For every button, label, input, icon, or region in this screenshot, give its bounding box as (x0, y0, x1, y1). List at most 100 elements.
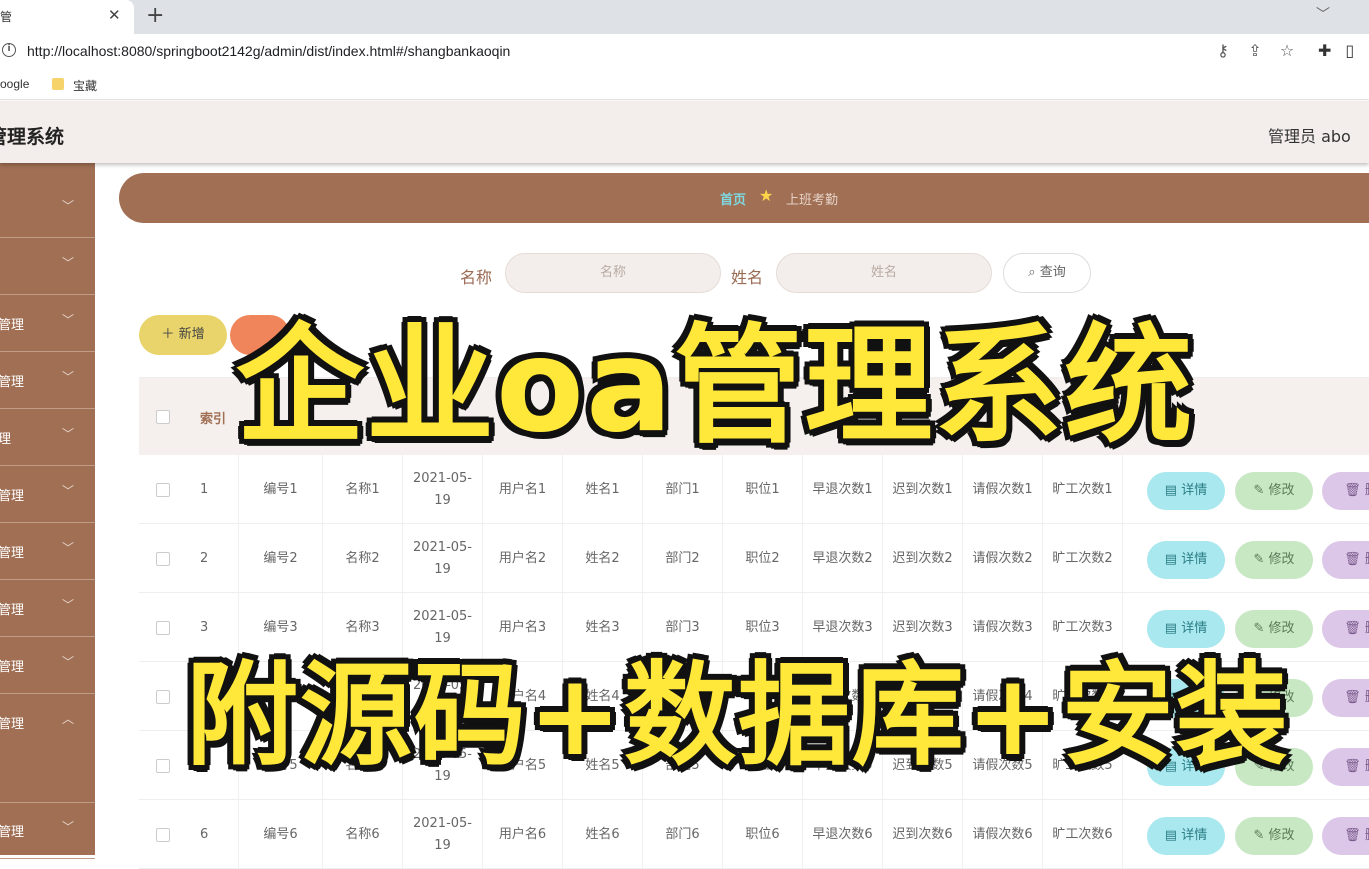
bookmarks-bar: oogle 宝藏 (0, 70, 1369, 100)
share-icon[interactable]: ⇪ (1246, 41, 1264, 60)
cell-date: 2021-05-19 (403, 524, 483, 593)
cell-early: 早退次数2 (803, 524, 883, 593)
address-bar: i http://localhost:8080/springboot2142g/… (0, 34, 1369, 70)
new-tab-button[interactable]: + (146, 3, 164, 28)
edit-button-label: 修改 (1268, 483, 1295, 498)
delete-button[interactable]: 🗑 删 (1322, 679, 1369, 717)
row-checkbox[interactable] (156, 828, 170, 842)
info-icon[interactable]: i (2, 43, 16, 57)
detail-button-label: 详情 (1181, 552, 1208, 567)
close-icon[interactable]: ✕ (108, 6, 121, 24)
chevron-down-icon[interactable]: ﹀ (1316, 4, 1330, 24)
delete-button[interactable]: 🗑 删 (1322, 472, 1369, 510)
delete-button[interactable]: 🗑 删 (1322, 541, 1369, 579)
select-all-checkbox[interactable] (156, 410, 170, 424)
delete-button[interactable]: 🗑 删 (1322, 748, 1369, 786)
puzzle-icon[interactable]: ✚ (1318, 41, 1331, 60)
delete-button-label: 删 (1365, 483, 1369, 498)
chevron-up-icon: ︿ (62, 712, 75, 726)
chevron-down-icon: ﹀ (62, 484, 75, 498)
user-menu[interactable]: 管理员 abo (1268, 123, 1351, 147)
cell-dept: 部门2 (643, 524, 723, 593)
delete-button-label: 删 (1365, 690, 1369, 705)
row-checkbox[interactable] (156, 483, 170, 497)
cell-dept: 部门6 (643, 800, 723, 869)
cell-name: 名称2 (323, 524, 403, 593)
detail-button[interactable]: ▤ 详情 (1147, 817, 1225, 855)
delete-button-label: 删 (1365, 621, 1369, 636)
bookmark-folder[interactable]: 宝藏 (73, 77, 97, 94)
edit-button-label: 修改 (1268, 552, 1295, 567)
sidebar-item[interactable]: 管理 ﹀ (0, 638, 95, 694)
sidebar-item[interactable]: 管理 ﹀ (0, 524, 95, 580)
chevron-down-icon: ﹀ (62, 199, 75, 213)
edit-button-label: 修改 (1268, 828, 1295, 843)
breadcrumb-home[interactable]: 首页 (720, 189, 746, 208)
chevron-down-icon: ﹀ (62, 598, 75, 612)
breadcrumb-current: 上班考勤 (786, 193, 839, 208)
star-icon: ★ (759, 186, 774, 205)
chevron-down-icon: ﹀ (62, 541, 75, 555)
sidebar-item-expanded[interactable]: 管理 ︿ (0, 695, 95, 803)
sidebar-item[interactable]: 管理 ﹀ (0, 296, 95, 352)
cell-pos: 职位6 (723, 800, 803, 869)
document-icon: ▤ (1164, 552, 1182, 567)
cell-leave: 请假次数6 (963, 800, 1043, 869)
browser-tab[interactable]: 管 ✕ (0, 0, 134, 34)
table-row: 2 编号2 名称2 2021-05-19 用户名2 姓名2 部门2 职位2 早退次数2 迟到次数2… (139, 524, 1369, 593)
delete-button-label: 删 (1365, 759, 1369, 774)
cell-code: 编号6 (239, 800, 323, 869)
cell-idx: 2 (189, 524, 239, 593)
pencil-icon: ✎ (1253, 828, 1269, 843)
sidebar-item-label: 管理 (0, 717, 25, 732)
edit-button[interactable]: ✎ 修改 (1235, 817, 1313, 855)
sidebar-item[interactable]: 管理 ﹀ (0, 581, 95, 637)
bookmark-google[interactable]: oogle (0, 77, 29, 91)
sidebar-item[interactable]: 管理 ﹀ (0, 467, 95, 523)
sidebar-item-label: 管理 (0, 489, 25, 504)
delete-button-label: 删 (1365, 828, 1369, 843)
chevron-down-icon: ﹀ (62, 370, 75, 384)
cell-name: 名称6 (323, 800, 403, 869)
app-title: 管理系统 (0, 126, 65, 148)
pencil-icon: ✎ (1253, 483, 1269, 498)
delete-button[interactable]: 🗑 删 (1322, 610, 1369, 648)
cell-code: 编号2 (239, 524, 323, 593)
edit-button[interactable]: ✎ 修改 (1235, 472, 1313, 510)
sidebar-item[interactable]: 管理 ﹀ (0, 803, 95, 859)
folder-icon (52, 78, 64, 90)
sidebar-item-label: 理 (0, 432, 12, 447)
detail-button[interactable]: ▤ 详情 (1147, 472, 1225, 510)
key-icon[interactable]: ⚷ (1214, 41, 1232, 60)
cell-idx: 1 (189, 455, 239, 524)
sidebar-item-label: 管理 (0, 375, 25, 390)
row-checkbox[interactable] (156, 552, 170, 566)
sidepanel-icon[interactable]: ▯ (1345, 41, 1354, 60)
add-button[interactable]: ＋ 新增 (139, 315, 227, 355)
query-label: 查询 (1039, 265, 1066, 280)
edit-button[interactable]: ✎ 修改 (1235, 541, 1313, 579)
row-checkbox[interactable] (156, 759, 170, 773)
sidebar-item[interactable]: ﹀ (0, 182, 95, 238)
sidebar-item[interactable]: 理 ﹀ (0, 410, 95, 466)
cell-person: 姓名6 (563, 800, 643, 869)
browser-tabbar: 管 ✕ + ﹀ (0, 0, 1369, 34)
row-checkbox[interactable] (156, 621, 170, 635)
sidebar-item[interactable]: 管理 ﹀ (0, 353, 95, 409)
cell-late: 迟到次数2 (883, 524, 963, 593)
star-icon[interactable]: ☆ (1278, 41, 1296, 60)
document-icon: ▤ (1164, 483, 1182, 498)
detail-button-label: 详情 (1181, 483, 1208, 498)
add-label: 新增 (178, 327, 205, 342)
detail-button[interactable]: ▤ 详情 (1147, 541, 1225, 579)
pencil-icon: ✎ (1253, 552, 1269, 567)
overlay-subtitle: 附源码+数据库+安装 (186, 651, 1290, 781)
header-index: 索引 (200, 412, 227, 427)
sidebar-item-label: 管理 (0, 318, 25, 333)
cell-early: 早退次数6 (803, 800, 883, 869)
delete-button[interactable]: 🗑 删 (1322, 817, 1369, 855)
sidebar-item[interactable]: ﹀ (0, 239, 95, 295)
sidebar-item-label: 管理 (0, 546, 25, 561)
row-checkbox[interactable] (156, 690, 170, 704)
url-field[interactable]: http://localhost:8080/springboot2142g/ad… (27, 43, 510, 59)
